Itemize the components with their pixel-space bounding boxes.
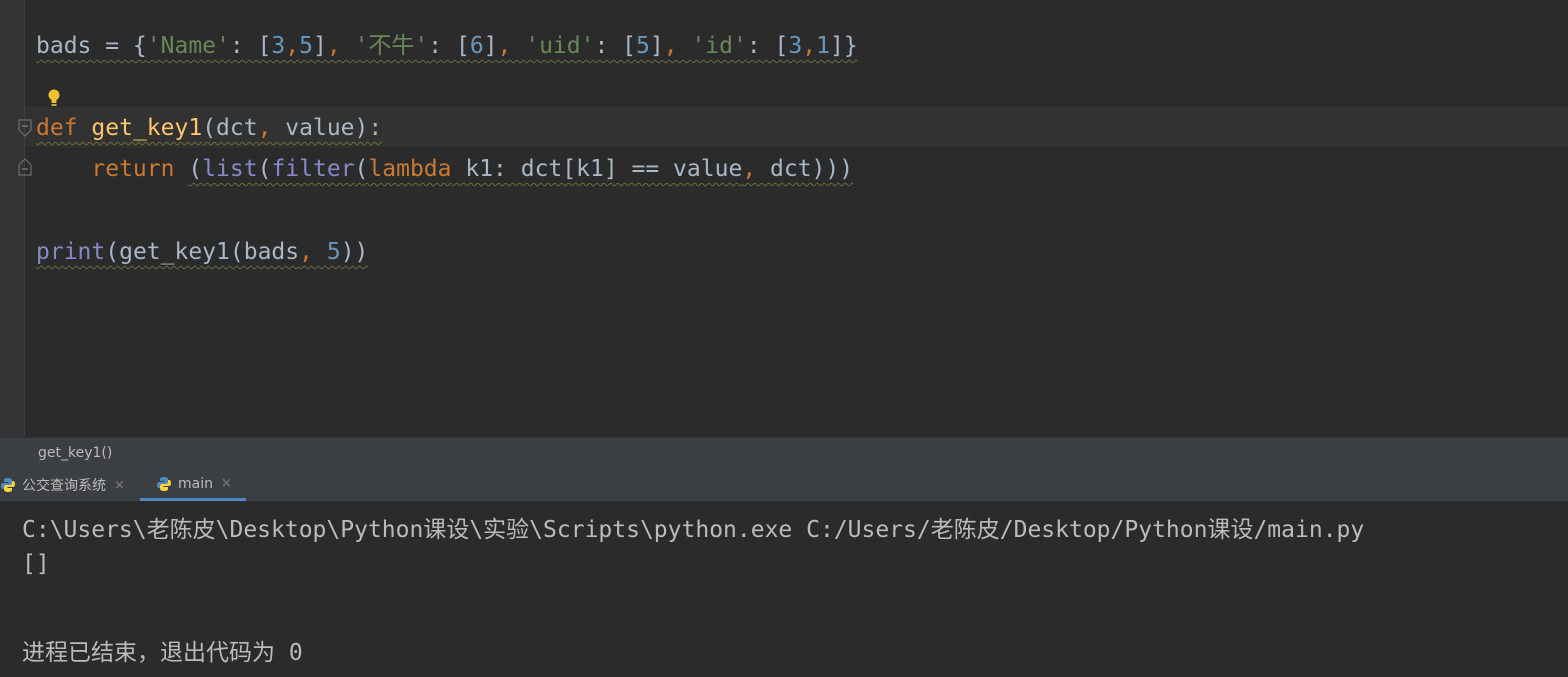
- code-token: ,: [326, 33, 355, 59]
- close-icon[interactable]: ×: [221, 476, 232, 491]
- code-token: 6: [469, 33, 484, 59]
- code-token: 5: [299, 33, 313, 59]
- code-token: ]: [483, 33, 498, 59]
- python-file-icon: [1, 478, 15, 492]
- code-token: ,: [285, 33, 300, 59]
- code-token: ,: [802, 33, 817, 59]
- code-editor[interactable]: bads = {'Name': [3,5], '不牛': [6], 'uid':…: [0, 0, 1568, 437]
- code-token: 'uid': [525, 33, 595, 59]
- code-token: 'id': [691, 33, 747, 59]
- run-console[interactable]: C:\Users\老陈皮\Desktop\Python课设\实验\Scripts…: [0, 502, 1568, 677]
- code-token: k1: dct[k1] == value: [451, 156, 743, 182]
- code-token: def: [36, 115, 78, 141]
- editor-gutter[interactable]: [0, 0, 25, 437]
- console-command-line: C:\Users\老陈皮\Desktop\Python课设\实验\Scripts…: [22, 517, 1365, 543]
- code-token: get_key1: [91, 115, 203, 141]
- code-token: ,: [663, 33, 692, 59]
- code-token: 'Name': [146, 33, 230, 59]
- code-token: ]}: [829, 33, 858, 59]
- code-token: 3: [271, 33, 286, 59]
- run-tab-bus-query[interactable]: 公交查询系统 ×: [0, 469, 125, 501]
- code-token: list: [202, 156, 258, 182]
- code-token: ,: [742, 156, 770, 182]
- code-token: ,: [497, 33, 526, 59]
- code-token: print: [36, 239, 106, 265]
- code-token: 5: [636, 33, 650, 59]
- code-line-1[interactable]: bads = {'Name': [3,5], '不牛': [6], 'uid':…: [36, 26, 858, 66]
- python-file-icon: [157, 476, 171, 491]
- code-token: bads = {: [36, 33, 147, 59]
- code-token: return: [91, 156, 175, 182]
- code-token: dct))): [770, 156, 854, 182]
- code-token: 1: [816, 33, 830, 59]
- breadcrumb[interactable]: get_key1(): [0, 437, 1568, 470]
- code-token: ]: [313, 33, 327, 59]
- code-token: '不牛': [354, 33, 429, 59]
- code-token: filter: [271, 156, 355, 182]
- code-token: (dct: [202, 115, 258, 141]
- code-token: value):: [285, 115, 383, 141]
- code-token: 5: [326, 239, 341, 265]
- code-token: : [: [229, 33, 272, 59]
- code-token: (: [188, 156, 203, 182]
- code-token: (get_key1(bads: [105, 239, 300, 265]
- fold-marker-icon[interactable]: [17, 158, 33, 176]
- code-token: ]: [649, 33, 664, 59]
- code-token: ,: [299, 239, 327, 265]
- code-token: : [: [428, 33, 470, 59]
- code-token: (: [354, 156, 369, 182]
- close-icon[interactable]: ×: [114, 478, 125, 493]
- code-token: )): [340, 239, 369, 265]
- code-token: : [: [594, 33, 637, 59]
- code-token: ,: [257, 115, 286, 141]
- code-token: (: [257, 156, 272, 182]
- code-token: lambda: [368, 156, 452, 182]
- run-tab-bar: 公交查询系统 × main ×: [0, 469, 1568, 502]
- tab-label: 公交查询系统: [22, 478, 106, 494]
- fold-marker-icon[interactable]: [17, 119, 33, 137]
- tab-label: main: [178, 475, 213, 492]
- breadcrumb-item[interactable]: get_key1(): [38, 445, 112, 461]
- code-line-6[interactable]: print(get_key1(bads, 5)): [36, 232, 368, 272]
- intention-bulb-icon[interactable]: [46, 88, 62, 108]
- code-token: : [: [746, 33, 789, 59]
- code-token: 3: [788, 33, 803, 59]
- console-exit-line: 进程已结束，退出代码为 0: [22, 640, 303, 666]
- code-line-4[interactable]: return (list(filter(lambda k1: dct[k1] =…: [36, 149, 853, 189]
- run-tab-main[interactable]: main ×: [140, 469, 246, 501]
- console-output-line: []: [22, 551, 50, 577]
- code-line-3[interactable]: def get_key1(dct, value):: [36, 108, 382, 148]
